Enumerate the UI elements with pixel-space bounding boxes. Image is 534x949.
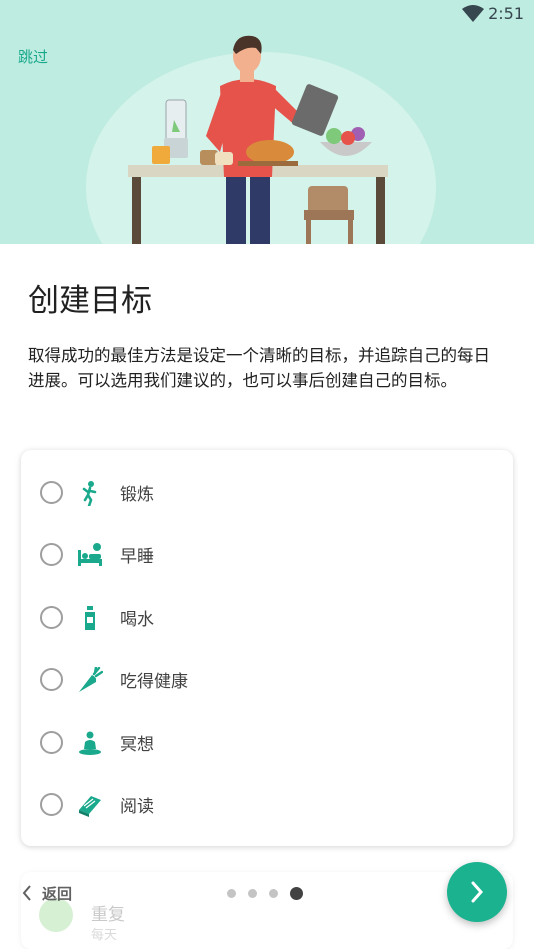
skip-button[interactable]: 跳过 <box>18 46 48 67</box>
status-bar: 2:51 <box>0 0 534 28</box>
goal-option-eat-healthy[interactable]: 吃得健康 <box>21 653 513 705</box>
page-title: 创建目标 <box>28 283 152 319</box>
wifi-icon <box>462 5 484 22</box>
back-button[interactable]: 返回 <box>22 882 72 904</box>
page-dot <box>269 889 278 898</box>
goal-label: 吃得健康 <box>120 672 188 692</box>
header-illustration-area: 2:51 跳过 <box>0 0 534 244</box>
goal-label: 阅读 <box>120 797 154 817</box>
page-dot <box>227 889 236 898</box>
goal-label: 冥想 <box>120 735 154 755</box>
chevron-left-icon <box>22 885 31 901</box>
bed-icon <box>78 543 102 566</box>
chevron-right-icon <box>471 881 484 903</box>
bottom-navigation: 返回 <box>0 860 534 949</box>
goal-label: 锻炼 <box>120 485 154 505</box>
person-cooking-illustration <box>128 35 388 244</box>
page-description: 取得成功的最佳方法是设定一个清晰的目标，并追踪自己的每日进展。可以选用我们建议的… <box>28 346 490 390</box>
goal-option-meditation[interactable]: 冥想 <box>21 716 513 768</box>
carrot-icon <box>79 667 103 692</box>
page-dot-active <box>290 887 303 900</box>
next-button[interactable] <box>447 862 507 922</box>
radio-button[interactable] <box>40 731 63 754</box>
book-icon <box>79 796 101 817</box>
radio-button[interactable] <box>40 793 63 816</box>
goal-option-reading[interactable]: 阅读 <box>21 778 513 830</box>
goal-option-exercise[interactable]: 锻炼 <box>21 466 513 518</box>
radio-button[interactable] <box>40 481 63 504</box>
water-bottle-icon <box>85 606 95 630</box>
exercise-icon <box>82 481 97 506</box>
goal-label: 喝水 <box>120 610 154 630</box>
meditation-icon <box>79 731 101 755</box>
back-label: 返回 <box>42 884 73 903</box>
radio-button[interactable] <box>40 543 63 566</box>
radio-button[interactable] <box>40 606 63 629</box>
status-time: 2:51 <box>488 4 524 23</box>
goal-option-sleep-early[interactable]: 早睡 <box>21 528 513 580</box>
radio-button[interactable] <box>40 668 63 691</box>
page-indicator <box>227 887 315 900</box>
goal-option-drink-water[interactable]: 喝水 <box>21 591 513 643</box>
page-dot <box>248 889 257 898</box>
goal-options-card: 锻炼 早睡 喝水 吃得健康 冥想 阅读 <box>21 450 513 846</box>
goal-label: 早睡 <box>120 547 154 567</box>
